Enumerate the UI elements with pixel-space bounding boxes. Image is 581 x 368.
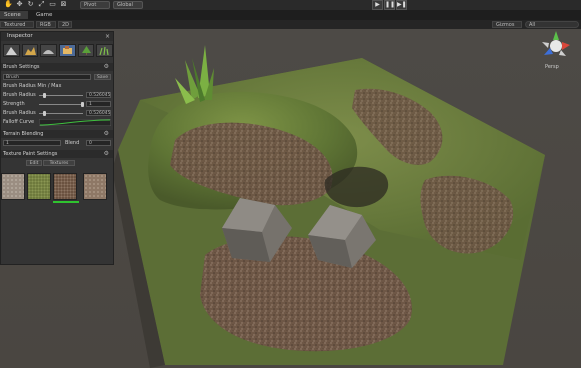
brush-radius-value-2: 0.526045	[89, 111, 111, 116]
step-icon: ▶❚	[397, 1, 407, 8]
panel-title: Inspector ×	[1, 32, 113, 41]
brush-mode-row: Brush Radius Min / Max	[1, 82, 113, 90]
grass-texture[interactable]	[27, 173, 51, 200]
rotate-tool-icon[interactable]: ↻	[26, 0, 35, 9]
render-mode-label: RGB	[40, 22, 51, 28]
soil-texture[interactable]	[83, 173, 107, 200]
brush-save-label: Save	[96, 75, 109, 80]
pivot-toggle[interactable]: Pivot	[80, 1, 110, 9]
tab-scene-label: Scene	[4, 12, 21, 18]
blend-left-value: 1	[6, 141, 9, 146]
blend-right-label: Blend	[65, 140, 80, 146]
shading-mode-label: Textured	[4, 22, 26, 28]
tab-bar	[0, 10, 581, 20]
close-icon[interactable]: ×	[105, 32, 110, 41]
brush-save-button[interactable]: Save	[94, 74, 111, 80]
brush-radius-field-2[interactable]: 0.526045	[86, 110, 111, 116]
play-icon: ▶	[375, 1, 380, 8]
render-mode-dropdown[interactable]: RGB	[36, 21, 56, 28]
gear-icon-3[interactable]: ⚙	[104, 150, 109, 158]
falloff-label: Falloff Curve	[3, 119, 35, 125]
dirt-texture[interactable]	[53, 173, 77, 200]
strength-label: Strength	[3, 101, 25, 107]
textures-label: Textures	[49, 161, 69, 166]
blend-right-label-row: Blend	[63, 139, 83, 147]
strength-field[interactable]: 1	[86, 101, 111, 107]
blending-title: Terrain Blending	[3, 131, 44, 137]
terrain-tool-panel: Inspector × Brush Settings ⚙ Brush Save Br…	[0, 31, 114, 265]
tab-game[interactable]: Game	[32, 11, 56, 19]
brush-settings-header[interactable]: Brush Settings ⚙	[1, 63, 113, 71]
hand-tool-icon[interactable]: ✋	[4, 0, 13, 9]
move-tool-icon[interactable]: ✥	[15, 0, 24, 9]
global-toggle[interactable]: Global	[113, 1, 143, 9]
search-placeholder: All	[529, 22, 536, 28]
smooth-icon[interactable]	[40, 44, 58, 57]
raise-terrain-icon[interactable]	[3, 44, 20, 57]
brush-radius-knob[interactable]	[43, 93, 46, 98]
brush-radius-value: 0.526045	[89, 93, 111, 98]
falloff-curve[interactable]	[39, 119, 111, 126]
global-label: Global	[117, 2, 133, 8]
brush-settings-title: Brush Settings	[3, 64, 40, 70]
play-button[interactable]: ▶	[372, 0, 383, 10]
pivot-label: Pivot	[84, 2, 97, 8]
step-button[interactable]: ▶❚	[396, 0, 407, 10]
blend-right-value: 0	[89, 141, 92, 146]
brush-preset-field[interactable]: Brush	[3, 74, 91, 80]
selected-texture-indicator	[53, 201, 79, 203]
brush-radius-label: Brush Radius	[3, 92, 36, 98]
gizmos-label: Gizmos	[496, 22, 515, 28]
details-icon[interactable]	[96, 44, 114, 57]
pause-button[interactable]: ❚❚	[384, 0, 395, 10]
tab-scene[interactable]: Scene	[0, 11, 28, 19]
gizmo-label: Persp	[545, 64, 559, 70]
gear-icon[interactable]: ⚙	[104, 63, 109, 71]
blend-left-field[interactable]: 1	[3, 140, 61, 146]
brush-radius-field[interactable]: 0.526045	[86, 92, 111, 98]
2d-toggle[interactable]: 2D	[58, 21, 72, 28]
textures-button[interactable]: Textures	[43, 160, 75, 166]
panel-title-text: Inspector	[7, 33, 33, 39]
gizmos-dropdown[interactable]: Gizmos	[492, 21, 522, 28]
blend-right-field[interactable]: 0	[86, 140, 111, 146]
rock-texture[interactable]	[1, 173, 25, 200]
tree-icon[interactable]	[77, 44, 95, 57]
texture-paint-title: Texture Paint Settings	[3, 151, 58, 157]
pause-icon: ❚❚	[385, 1, 396, 8]
strength-knob[interactable]	[81, 102, 84, 107]
strength-slider[interactable]	[39, 104, 83, 105]
transform-tool-icon[interactable]: ⊠	[59, 0, 68, 9]
edit-textures-button[interactable]: Edit	[26, 160, 42, 166]
blending-header[interactable]: Terrain Blending ⚙	[1, 130, 113, 138]
texture-paint-header[interactable]: Texture Paint Settings ⚙	[1, 150, 113, 158]
brush-radius-knob-2[interactable]	[43, 111, 46, 116]
brush-radius-label-2: Brush Radius	[3, 110, 36, 116]
rect-tool-icon[interactable]: ▭	[48, 0, 57, 9]
paint-texture-icon[interactable]	[59, 44, 76, 57]
paint-height-icon[interactable]	[21, 44, 39, 57]
strength-value: 1	[89, 102, 92, 107]
edit-textures-label: Edit	[29, 161, 39, 166]
tab-game-label: Game	[36, 12, 53, 18]
2d-label: 2D	[62, 22, 70, 28]
gear-icon-2[interactable]: ⚙	[104, 130, 109, 138]
brush-preset-value: Brush	[6, 75, 19, 80]
scale-tool-icon[interactable]: ⤢	[37, 0, 46, 9]
brush-mode-label: Brush Radius Min / Max	[3, 83, 62, 89]
tool-row	[3, 44, 114, 58]
search-input[interactable]: All	[525, 21, 579, 28]
shading-mode-dropdown[interactable]: Textured	[0, 21, 34, 28]
